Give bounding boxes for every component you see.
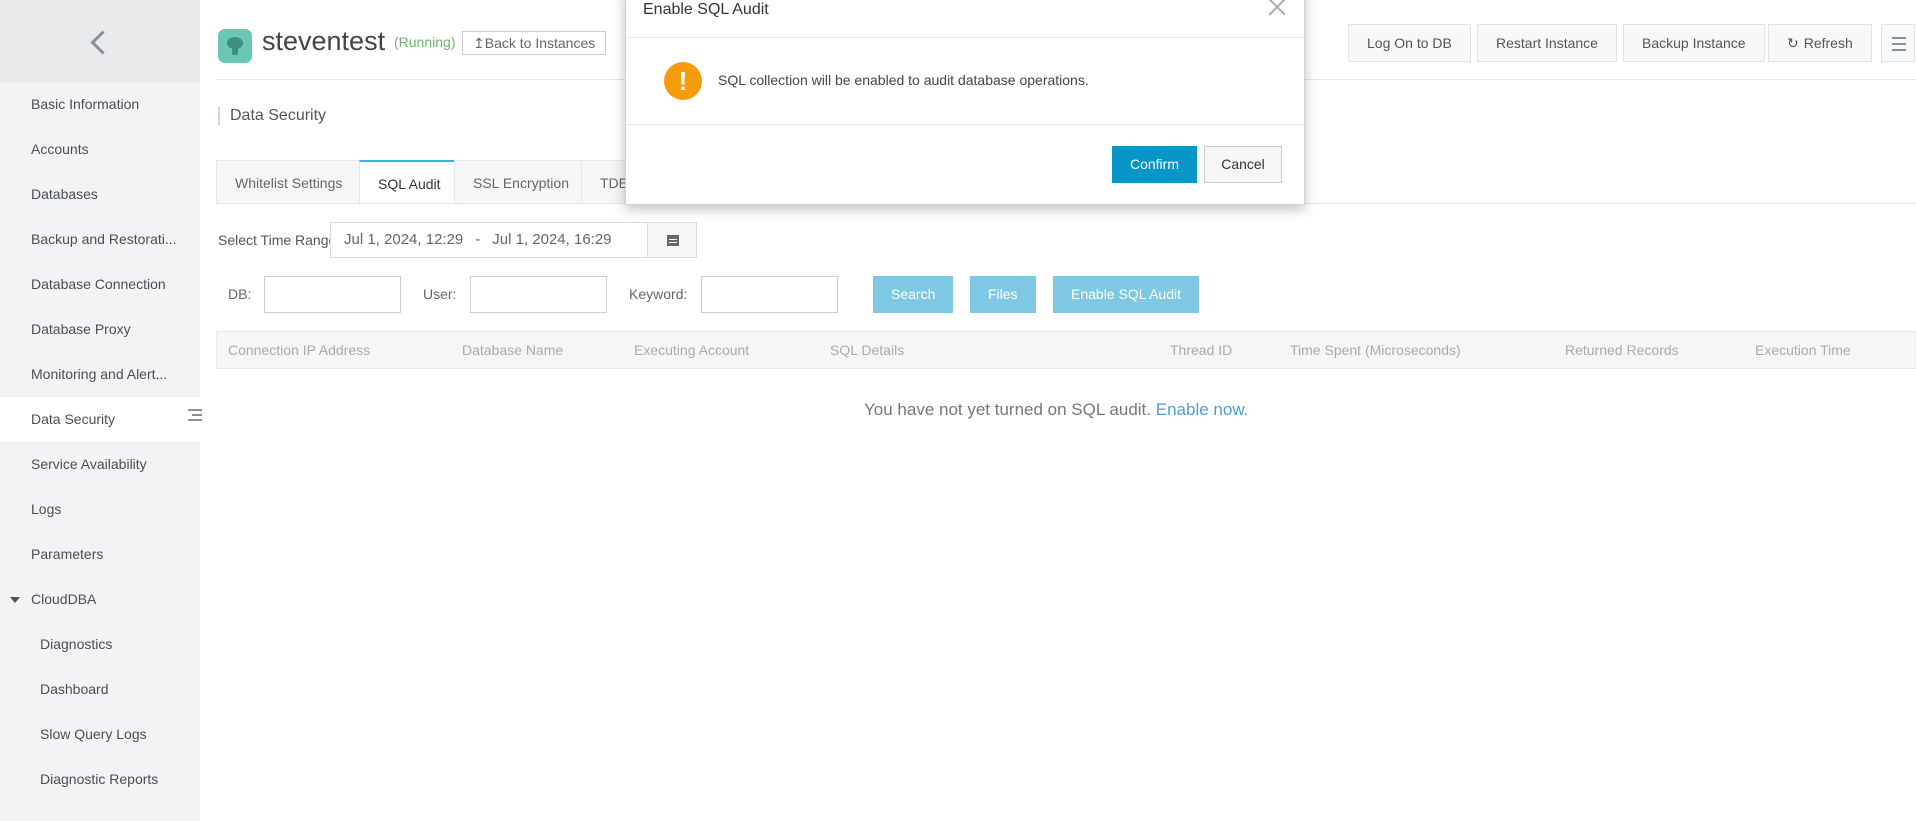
sidebar-item-databases[interactable]: Databases (0, 172, 200, 217)
back-label: Back to Instances (484, 35, 596, 51)
sidebar-item-data-security[interactable]: Data Security (0, 397, 200, 442)
refresh-button[interactable]: ↻ Refresh (1768, 24, 1872, 62)
files-button[interactable]: Files (970, 276, 1036, 313)
enable-sql-audit-button[interactable]: Enable SQL Audit (1053, 276, 1200, 313)
column-header: Returned Records (1565, 342, 1679, 358)
tab-ssl-encryption[interactable]: SSL Encryption (454, 160, 588, 204)
sidebar-item-accounts[interactable]: Accounts (0, 127, 200, 172)
sidebar-item-diagnostics[interactable]: Diagnostics (0, 622, 200, 667)
dialog-divider (626, 124, 1304, 125)
column-header: Execution Time (1755, 342, 1851, 358)
db-input[interactable] (264, 276, 401, 313)
section-title: Data Security (218, 107, 326, 125)
time-separator: - (475, 231, 481, 248)
time-end: Jul 1, 2024, 16:29 (492, 231, 612, 248)
back-arrow-icon[interactable] (86, 24, 110, 58)
enable-now-link[interactable]: Enable now. (1156, 400, 1249, 419)
dialog-message: SQL collection will be enabled to audit … (718, 72, 1089, 88)
arrow-up-icon: ↥ (473, 35, 485, 51)
instance-name: steventest (262, 26, 386, 56)
column-header: Time Spent (Microseconds) (1290, 342, 1461, 358)
warning-icon: ! (664, 62, 702, 100)
empty-state-message: You have not yet turned on SQL audit. En… (864, 400, 1248, 420)
sidebar-item-basic-information[interactable]: Basic Information (0, 82, 200, 127)
column-header: SQL Details (830, 342, 905, 358)
dialog-divider (626, 37, 1304, 38)
table-header: Connection IP Address Database Name Exec… (216, 331, 1916, 369)
sidebar-item-service-availability[interactable]: Service Availability (0, 442, 200, 487)
search-button[interactable]: Search (873, 276, 954, 313)
time-range-label: Select Time Range (218, 232, 337, 248)
sidebar-item-database-proxy[interactable]: Database Proxy (0, 307, 200, 352)
db-label: DB: (228, 286, 252, 302)
sidebar-item-logs[interactable]: Logs (0, 487, 200, 532)
sidebar-header (0, 0, 200, 82)
column-header: Database Name (462, 342, 564, 358)
sidebar-item-database-connection[interactable]: Database Connection (0, 262, 200, 307)
confirm-button[interactable]: Confirm (1112, 146, 1197, 183)
refresh-label: Refresh (1803, 35, 1853, 51)
user-label: User: (423, 286, 457, 302)
time-start: Jul 1, 2024, 12:29 (344, 231, 464, 248)
keyword-input[interactable] (701, 276, 838, 313)
tab-sql-audit[interactable]: SQL Audit (359, 160, 460, 205)
keyword-label: Keyword: (629, 286, 688, 302)
cancel-button[interactable]: Cancel (1204, 146, 1282, 183)
restart-instance-button[interactable]: Restart Instance (1477, 24, 1617, 62)
column-header: Thread ID (1170, 342, 1233, 358)
sidebar: Basic Information Accounts Databases Bac… (0, 0, 200, 821)
caret-down-icon (10, 597, 20, 603)
collapse-menu-icon[interactable] (188, 408, 202, 422)
back-to-instances-button[interactable]: ↥Back to Instances (462, 31, 607, 55)
calendar-icon[interactable] (647, 222, 697, 258)
instance-logo-icon (218, 29, 252, 63)
column-header: Executing Account (634, 342, 750, 358)
sidebar-item-monitoring[interactable]: Monitoring and Alert... (0, 352, 200, 397)
close-icon[interactable] (1266, 0, 1288, 18)
sidebar-item-parameters[interactable]: Parameters (0, 532, 200, 577)
sidebar-item-dashboard[interactable]: Dashboard (0, 667, 200, 712)
backup-instance-button[interactable]: Backup Instance (1623, 24, 1765, 62)
user-input[interactable] (470, 276, 607, 313)
time-range-picker[interactable]: Jul 1, 2024, 12:29- Jul 1, 2024, 16:29 (330, 222, 648, 258)
sidebar-item-label: CloudDBA (31, 591, 97, 607)
column-header: Connection IP Address (228, 342, 371, 358)
refresh-icon: ↻ (1787, 35, 1799, 51)
list-menu-icon[interactable] (1881, 24, 1915, 62)
sidebar-item-backup[interactable]: Backup and Restorati... (0, 217, 200, 262)
sidebar-item-diagnostic-reports[interactable]: Diagnostic Reports (0, 757, 200, 802)
sidebar-item-clouddba[interactable]: CloudDBA (0, 577, 200, 622)
empty-state-text: You have not yet turned on SQL audit. (864, 400, 1152, 419)
tab-whitelist-settings[interactable]: Whitelist Settings (216, 160, 362, 204)
dialog-title: Enable SQL Audit (643, 1, 769, 18)
instance-status-badge: (Running) (394, 34, 456, 50)
enable-sql-audit-dialog: Enable SQL Audit ! SQL collection will b… (625, 0, 1305, 205)
sidebar-item-slow-query-logs[interactable]: Slow Query Logs (0, 712, 200, 757)
log-on-db-button[interactable]: Log On to DB (1348, 24, 1471, 62)
